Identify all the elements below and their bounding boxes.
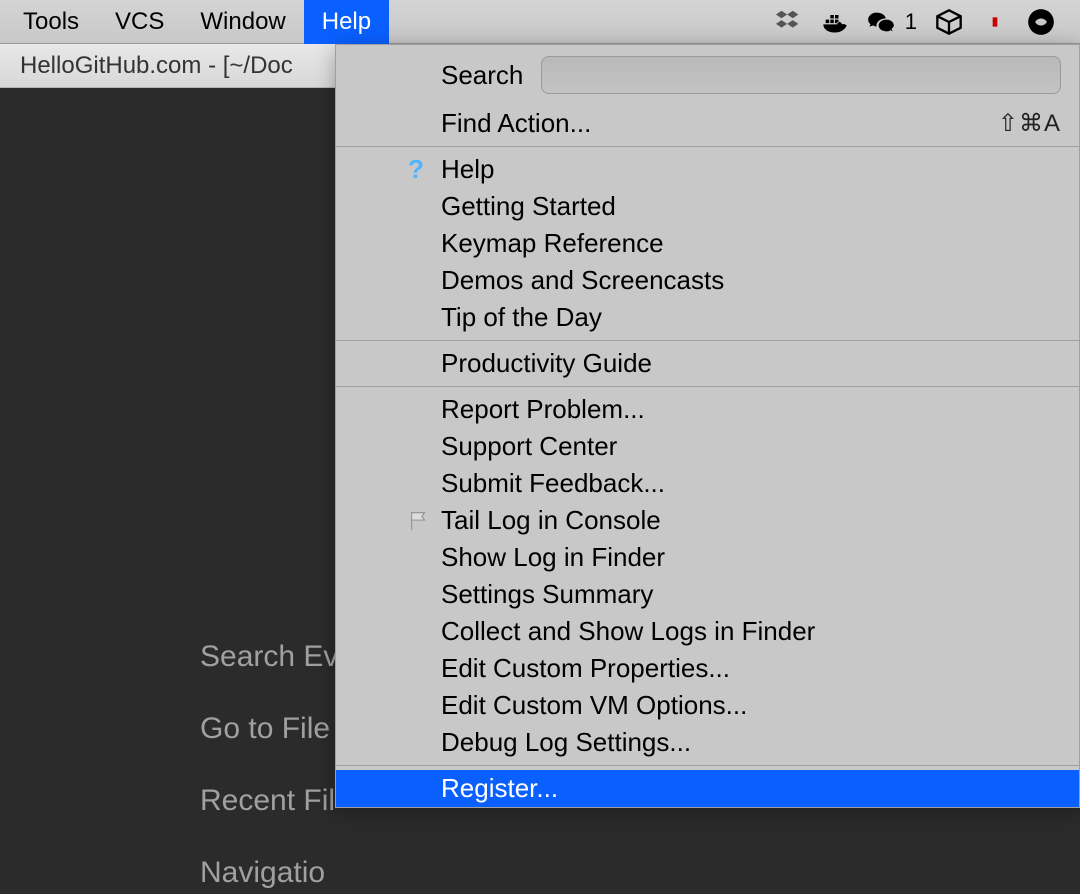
question-icon: ? (408, 154, 424, 185)
welcome-list: Search Ev Go to File Recent Fil Navigati… (200, 640, 338, 890)
menu-separator (336, 386, 1079, 387)
menu-tail-log[interactable]: Tail Log in Console (336, 502, 1079, 539)
menubar: Tools VCS Window Help 1 (0, 0, 1080, 44)
menu-tip-of-day[interactable]: Tip of the Day (336, 299, 1079, 336)
menu-search-input[interactable] (541, 56, 1061, 94)
menu-demos-screencasts[interactable]: Demos and Screencasts (336, 262, 1079, 299)
menu-debug-log-settings[interactable]: Debug Log Settings... (336, 724, 1079, 761)
flag-icon (408, 510, 430, 532)
status-icons: 1 (775, 8, 1075, 36)
welcome-goto-file[interactable]: Go to File (200, 712, 338, 746)
shortcut-label: ⇧⌘A (998, 109, 1061, 138)
window-title: HelloGitHub.com - [~/Doc (20, 52, 293, 80)
menu-search-label: Search (441, 60, 523, 91)
menu-help[interactable]: ? Help (336, 151, 1079, 188)
wechat-icon[interactable] (867, 8, 895, 36)
red-indicator-icon[interactable] (981, 8, 1009, 36)
menu-report-problem[interactable]: Report Problem... (336, 391, 1079, 428)
menu-register[interactable]: Register... (336, 770, 1079, 807)
menu-help[interactable]: Help (304, 0, 389, 44)
docker-icon[interactable] (821, 8, 849, 36)
menu-separator (336, 146, 1079, 147)
dropbox-icon[interactable] (775, 8, 803, 36)
menu-collect-logs[interactable]: Collect and Show Logs in Finder (336, 613, 1079, 650)
welcome-navigation[interactable]: Navigatio (200, 856, 338, 890)
menu-window[interactable]: Window (182, 0, 303, 44)
box-icon[interactable] (935, 8, 963, 36)
menu-show-log-finder[interactable]: Show Log in Finder (336, 539, 1079, 576)
help-dropdown: Search Find Action... ⇧⌘A ? Help Getting… (335, 44, 1080, 808)
menu-support-center[interactable]: Support Center (336, 428, 1079, 465)
menu-separator (336, 765, 1079, 766)
menu-tools[interactable]: Tools (5, 0, 97, 44)
menu-search-row[interactable]: Search (336, 45, 1079, 105)
welcome-search-everywhere[interactable]: Search Ev (200, 640, 338, 674)
menu-find-action[interactable]: Find Action... ⇧⌘A (336, 105, 1079, 142)
notification-count: 1 (905, 9, 917, 35)
menu-separator (336, 340, 1079, 341)
welcome-recent-files[interactable]: Recent Fil (200, 784, 338, 818)
circle-icon[interactable] (1027, 8, 1055, 36)
menu-keymap-reference[interactable]: Keymap Reference (336, 225, 1079, 262)
menu-edit-vm-options[interactable]: Edit Custom VM Options... (336, 687, 1079, 724)
menu-vcs[interactable]: VCS (97, 0, 182, 44)
menu-settings-summary[interactable]: Settings Summary (336, 576, 1079, 613)
menu-submit-feedback[interactable]: Submit Feedback... (336, 465, 1079, 502)
menu-getting-started[interactable]: Getting Started (336, 188, 1079, 225)
menu-productivity-guide[interactable]: Productivity Guide (336, 345, 1079, 382)
menu-edit-custom-props[interactable]: Edit Custom Properties... (336, 650, 1079, 687)
